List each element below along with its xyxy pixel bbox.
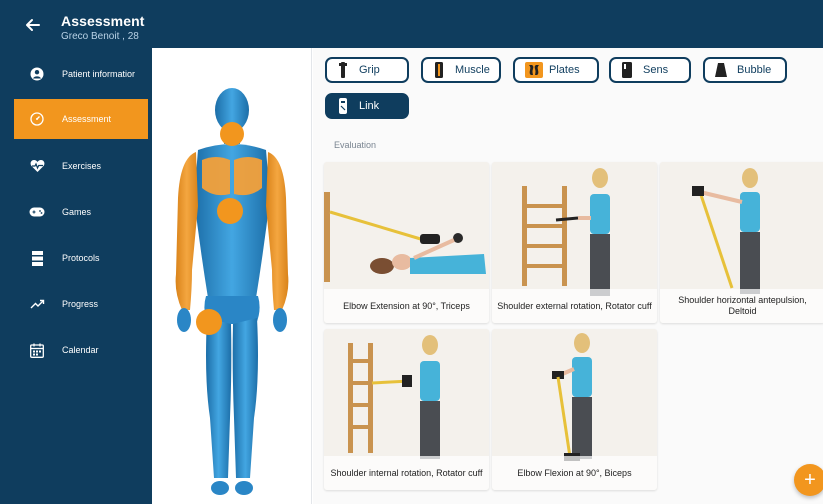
device-chip-bubble[interactable]: Bubble [703, 57, 787, 83]
body-spot-abdomen[interactable] [217, 198, 243, 224]
sidebar-item-label: Protocols [62, 253, 100, 263]
evaluation-section-label: Evaluation [334, 140, 377, 150]
app-root: Assessment Greco Benoit , 28 Patient inf… [0, 0, 823, 504]
main-content: Grip Muscle Plates Sens Bubble Link Eval… [313, 48, 823, 504]
body-arm-right [266, 152, 289, 310]
sidebar-item-protocols[interactable]: Protocols [14, 238, 148, 278]
body-spot-hip[interactable] [196, 309, 222, 335]
sidebar-item-calendar[interactable]: Calendar [14, 330, 148, 370]
chip-label: Plates [549, 64, 580, 76]
exercise-card[interactable]: Shoulder external rotation, Rotator cuff [492, 162, 657, 323]
body-map-panel [152, 48, 312, 504]
link-device-icon [337, 98, 349, 114]
exercise-card-caption: Shoulder external rotation, Rotator cuff [492, 289, 657, 323]
exercise-card[interactable]: Shoulder horizontal antepulsion, Deltoid [660, 162, 823, 323]
chip-label: Muscle [455, 64, 490, 76]
sidebar-item-label: Progress [62, 299, 99, 309]
sidebar-item-assessment[interactable]: Assessment [14, 99, 148, 139]
exercise-card[interactable]: Shoulder internal rotation, Rotator cuff [324, 329, 489, 490]
muscle-device-icon [433, 62, 445, 78]
patient-subtitle: Greco Benoit , 28 [61, 31, 139, 42]
sens-device-icon [621, 62, 633, 78]
sidebar-item-label: Calendar [62, 345, 99, 355]
sidebar-item-label: Games [62, 207, 92, 217]
human-body-figure [175, 88, 289, 495]
sidebar-item-exercises[interactable]: Exercises [14, 146, 148, 186]
app-header: Assessment Greco Benoit , 28 [0, 0, 823, 48]
chip-label: Sens [643, 64, 669, 76]
exercise-card-caption: Elbow Extension at 90°, Triceps [324, 289, 489, 323]
exercise-card-caption: Shoulder horizontal antepulsion, Deltoid [660, 289, 823, 323]
sidebar: Patient informatior Assessment Exercises… [0, 48, 152, 504]
chip-label: Grip [359, 64, 380, 76]
page-title: Assessment [61, 13, 145, 29]
body-spot-neck[interactable] [220, 122, 244, 146]
bubble-device-icon [715, 62, 727, 78]
device-chip-muscle[interactable]: Muscle [421, 57, 501, 83]
add-button[interactable]: + [794, 464, 823, 496]
add-icon: + [804, 468, 816, 491]
sidebar-item-games[interactable]: Games [14, 192, 148, 232]
sidebar-item-label: Exercises [62, 161, 102, 171]
chip-label: Link [359, 100, 380, 112]
stack-icon [26, 247, 48, 269]
sidebar-item-patient-information[interactable]: Patient informatior [14, 54, 148, 94]
exercise-card-caption: Elbow Flexion at 90°, Biceps [492, 456, 657, 490]
device-chip-grip[interactable]: Grip [325, 57, 409, 83]
gauge-icon [26, 108, 48, 130]
device-chip-sens[interactable]: Sens [609, 57, 691, 83]
sidebar-item-label: Assessment [62, 114, 112, 124]
body-arm-left [175, 152, 198, 310]
arrow-left-icon[interactable] [22, 14, 44, 36]
body-leg-right [232, 318, 258, 478]
body-leg-left [206, 318, 232, 478]
exercise-card-caption: Shoulder internal rotation, Rotator cuff [324, 456, 489, 490]
exercise-card[interactable]: Elbow Flexion at 90°, Biceps [492, 329, 657, 490]
heart-pulse-icon [26, 155, 48, 177]
trend-up-icon [26, 293, 48, 315]
device-chip-plates[interactable]: Plates [513, 57, 599, 83]
grip-device-icon [337, 62, 349, 78]
exercise-card[interactable]: Elbow Extension at 90°, Triceps [324, 162, 489, 323]
gamepad-icon [26, 201, 48, 223]
device-chip-link[interactable]: Link [325, 93, 409, 119]
sidebar-item-progress[interactable]: Progress [14, 284, 148, 324]
plates-device-icon [525, 62, 543, 78]
calendar-icon [26, 339, 48, 361]
person-circle-icon [26, 63, 48, 85]
chip-label: Bubble [737, 64, 772, 76]
sidebar-item-label: Patient informatior [62, 69, 136, 79]
